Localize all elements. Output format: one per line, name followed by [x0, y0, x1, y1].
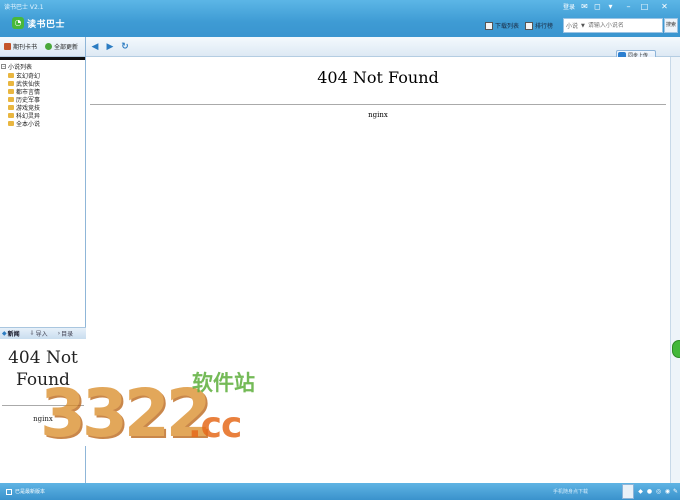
watermark-number: 3322 — [40, 375, 212, 452]
checkbox-icon[interactable] — [6, 488, 12, 495]
novel-tree: − 小说列表 玄幻奇幻 武侠仙侠 都市言情 历史军事 游戏竞技 科幻灵异 全本小… — [0, 60, 85, 128]
folder-icon — [8, 112, 14, 118]
sidebar-tabs: 期刊卡书 全部更新 — [0, 37, 85, 57]
weibo-icon[interactable]: ● — [646, 488, 653, 495]
folder-icon — [8, 104, 14, 110]
vertical-scrollbar[interactable] — [670, 57, 680, 483]
qr-code-icon[interactable] — [622, 484, 634, 499]
news-icon: ◆ — [2, 330, 7, 337]
back-icon[interactable]: ◀ — [90, 42, 100, 52]
message-icon[interactable]: ✉ — [580, 2, 589, 11]
search-box: 小说 ▼ — [563, 18, 663, 33]
status-bar: 已是最新版本 手机随身点下载 — [0, 483, 680, 500]
tab-download-list-label: 下载列表 — [495, 23, 520, 30]
watermark: 3322 软件站 .cc — [40, 367, 300, 462]
folder-icon — [8, 80, 14, 86]
catalog-icon: › — [57, 330, 61, 337]
window-title: 读书巴士 V2.1 — [4, 4, 44, 11]
refresh-icon — [45, 43, 53, 50]
folder-icon — [8, 96, 14, 102]
tab-magazine-books[interactable]: 期刊卡书 — [0, 42, 41, 51]
tab-news[interactable]: ◆ 新闻 — [0, 329, 20, 338]
wechat-icon[interactable]: ◉ — [664, 488, 671, 495]
qq-icon[interactable]: ◎ — [655, 488, 662, 495]
maximize-icon[interactable]: □ — [640, 2, 649, 11]
search-input[interactable] — [587, 22, 646, 29]
tab-download-list[interactable]: 下载列表 — [485, 21, 519, 30]
page-heading: 404 Not Found — [317, 68, 439, 87]
tab-ranking-label: 排行榜 — [535, 23, 554, 30]
tab-catalog-label: 目录 — [61, 331, 74, 338]
tab-catalog[interactable]: › 目录 — [56, 329, 73, 338]
tab-ranking[interactable]: 排行榜 — [525, 21, 553, 30]
share-icon[interactable]: ◆ — [637, 488, 644, 495]
tree-root[interactable]: − 小说列表 — [0, 62, 85, 71]
tree-item-wuxia[interactable]: 武侠仙侠 — [0, 79, 85, 88]
reload-icon[interactable]: ↻ — [120, 42, 130, 52]
app-logo: ◔ 读书巴士 — [12, 16, 65, 30]
tree-item-label: 全本小说 — [16, 120, 41, 128]
logo-text: 读书巴士 — [27, 19, 66, 30]
download-list-icon — [485, 21, 493, 30]
tree-item-complete[interactable]: 全本小说 — [0, 119, 85, 128]
skin-icon[interactable]: ◻ — [593, 2, 602, 11]
login-link[interactable]: 登录 — [563, 2, 575, 11]
logo-icon: ◔ — [12, 17, 24, 29]
tab-update-all-label: 全部更新 — [54, 44, 79, 51]
app-window: 读书巴士 V2.1 ◔ 读书巴士 登录 ✉ ◻ ▾ – □ ✕ 下载列表 排行榜… — [0, 0, 680, 500]
collapse-icon[interactable]: − — [1, 64, 6, 69]
toolbar: ◀ ▶ ↻ — [86, 37, 680, 57]
chevron-down-icon[interactable]: ▼ — [581, 23, 585, 29]
search-category-select[interactable]: 小说 — [566, 21, 578, 30]
search-button[interactable]: 搜索 — [664, 18, 678, 33]
tree-item-romance[interactable]: 都市言情 — [0, 87, 85, 96]
tree-item-gaming[interactable]: 游戏竞技 — [0, 103, 85, 112]
version-status-label: 已是最新版本 — [15, 489, 46, 495]
close-icon[interactable]: ✕ — [660, 2, 669, 11]
watermark-suffix: .cc — [188, 405, 242, 446]
tree-item-history[interactable]: 历史军事 — [0, 95, 85, 104]
tab-import-label: 导入 — [35, 331, 48, 338]
book-icon — [4, 43, 11, 50]
content-divider — [90, 104, 666, 105]
ranking-icon — [525, 21, 533, 30]
tab-magazine-books-label: 期刊卡书 — [13, 44, 38, 51]
forward-icon[interactable]: ▶ — [105, 42, 115, 52]
watermark-text: 软件站 — [192, 371, 255, 395]
folder-icon — [8, 72, 14, 78]
import-icon: ⇩ — [29, 330, 35, 337]
tab-news-label: 新闻 — [7, 331, 20, 338]
tab-update-all[interactable]: 全部更新 — [41, 42, 82, 51]
preview-tabs: ◆ 新闻 ⇩ 导入 › 目录 — [0, 327, 86, 339]
tab-import[interactable]: ⇩ 导入 — [28, 329, 48, 338]
server-signature: nginx — [368, 111, 388, 119]
version-status: 已是最新版本 — [6, 488, 45, 495]
tree-item-fantasy[interactable]: 玄幻奇幻 — [0, 71, 85, 80]
feedback-icon[interactable]: ✎ — [672, 488, 679, 495]
menu-icon[interactable]: ▾ — [606, 2, 615, 11]
folder-icon — [8, 120, 14, 126]
folder-icon — [8, 88, 14, 94]
floating-tool-icon[interactable] — [672, 340, 680, 358]
minimize-icon[interactable]: – — [624, 2, 633, 11]
tree-item-scifi[interactable]: 科幻灵异 — [0, 111, 85, 120]
mobile-download-link[interactable]: 手机随身点下载 — [553, 488, 588, 495]
